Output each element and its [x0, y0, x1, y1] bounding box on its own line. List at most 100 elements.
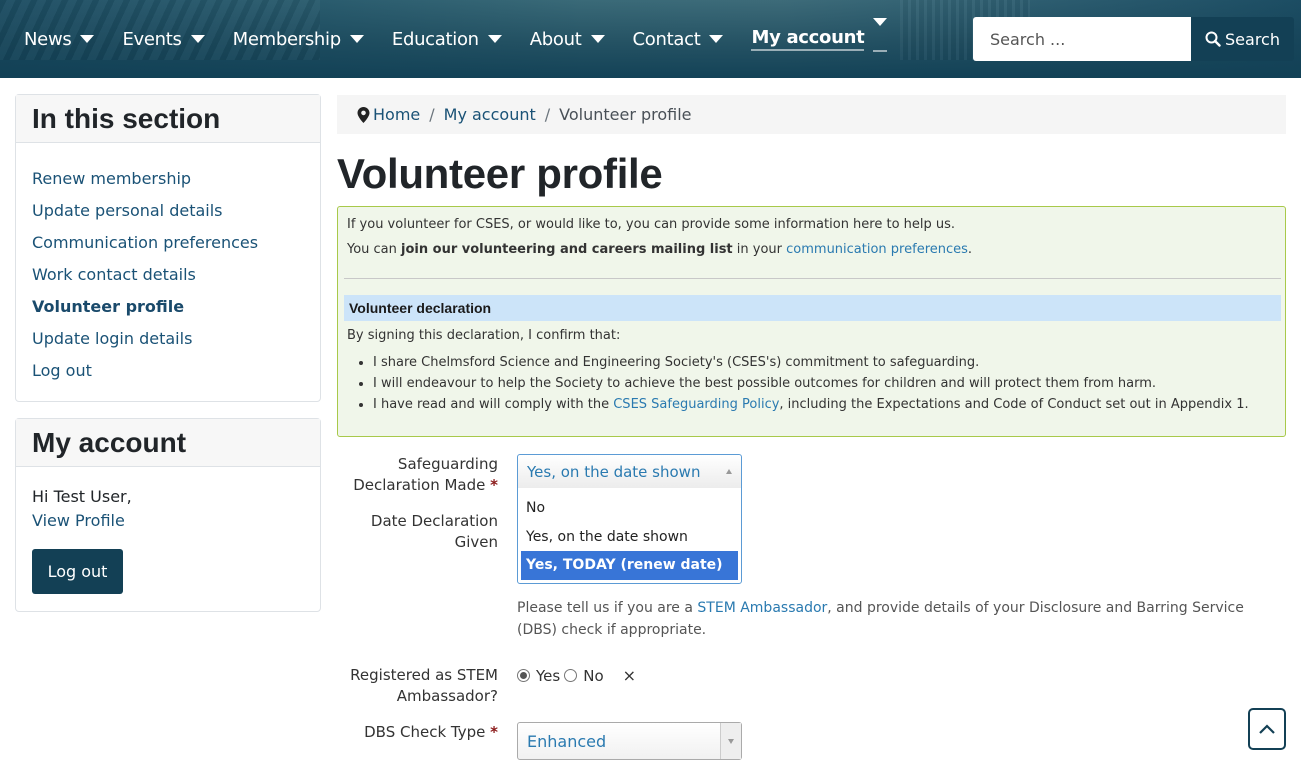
breadcrumb-current: Volunteer profile — [559, 105, 692, 124]
text: . — [967, 242, 973, 257]
search-button[interactable]: Search — [1191, 17, 1294, 61]
selected-value: Enhanced — [527, 731, 607, 751]
section-nav: Renew membership Update personal details… — [16, 143, 320, 407]
nav-about[interactable]: About — [530, 26, 605, 52]
sidebar-item-work-contact-details[interactable]: Work contact details — [32, 259, 304, 291]
declaration-heading: Volunteer declaration — [344, 295, 1281, 321]
option-no[interactable]: No — [521, 494, 738, 523]
label-text: Ambassador? — [396, 687, 498, 705]
caret-down-icon — [487, 35, 502, 43]
declaration-list: I share Chelmsford Science and Engineeri… — [373, 352, 1249, 415]
logout-button[interactable]: Log out — [32, 549, 123, 594]
caret-toggle[interactable] — [873, 18, 888, 52]
breadcrumb-separator: / — [544, 105, 551, 124]
caret-down-icon — [873, 18, 888, 47]
breadcrumb: Home / My account / Volunteer profile — [337, 95, 1286, 134]
nav-my-account[interactable]: My account — [751, 18, 888, 52]
sidebar-item-communication-preferences[interactable]: Communication preferences — [32, 227, 304, 259]
label-text: Registered as STEM — [350, 666, 498, 684]
nav-contact[interactable]: Contact — [633, 26, 724, 52]
view-profile-link[interactable]: View Profile — [32, 509, 304, 533]
nav-education[interactable]: Education — [392, 26, 502, 52]
nav-events[interactable]: Events — [122, 26, 205, 52]
sidebar-item-update-login-details[interactable]: Update login details — [32, 323, 304, 355]
breadcrumb-separator: / — [429, 105, 435, 124]
text: You can — [347, 242, 402, 257]
stem-help-text: Please tell us if you are a STEM Ambassa… — [517, 597, 1287, 641]
chevron-up-icon — [1259, 724, 1275, 734]
stem-no-radio[interactable] — [564, 669, 578, 682]
nav-label: My account — [751, 27, 865, 51]
dbs-label: DBS Check Type * — [364, 722, 498, 743]
label-text: Given — [454, 533, 498, 551]
nav-news[interactable]: News — [24, 26, 95, 52]
caret-down-icon — [349, 35, 364, 43]
required-marker: * — [490, 723, 498, 741]
radio-label-no[interactable]: No — [583, 667, 603, 685]
stem-label: Registered as STEM Ambassador? — [350, 665, 498, 707]
nav-label: News — [24, 28, 72, 50]
sidebar-item-volunteer-profile[interactable]: Volunteer profile — [32, 291, 304, 323]
my-account-card: My account Hi Test User, View Profile Lo… — [15, 418, 321, 612]
text: in your — [732, 242, 787, 257]
text: I have read and will comply with the — [373, 397, 614, 412]
stem-yes-radio[interactable] — [517, 669, 530, 682]
text: Please tell us if you are a — [517, 600, 698, 616]
nav-label: Education — [391, 28, 479, 50]
stem-ambassador-link[interactable]: STEM Ambassador — [697, 600, 827, 616]
safeguarding-policy-link[interactable]: CSES Safeguarding Policy — [613, 397, 779, 412]
greeting-text: Hi Test User, — [32, 487, 132, 506]
declaration-item: I will endeavour to help the Society to … — [373, 373, 1249, 394]
nav-membership[interactable]: Membership — [233, 26, 364, 52]
label-text: Safeguarding — [397, 455, 498, 473]
in-this-section-heading: In this section — [16, 95, 320, 143]
declaration-item: I share Chelmsford Science and Engineeri… — [373, 352, 1249, 373]
option-yes-today[interactable]: Yes, TODAY (renew date) — [521, 551, 738, 580]
search-input[interactable] — [973, 17, 1191, 61]
nav-label: Membership — [232, 28, 342, 50]
divider — [344, 278, 1281, 279]
mailing-list-text: You can join our volunteering and career… — [347, 242, 972, 257]
search-button-label: Search — [1225, 29, 1280, 49]
breadcrumb-home[interactable]: Home — [373, 105, 420, 124]
declaration-item: I have read and will comply with the CSE… — [373, 394, 1249, 415]
safeguarding-label: Safeguarding Declaration Made * — [353, 454, 498, 496]
chevron-down-icon — [720, 723, 741, 759]
chevron-up-icon — [726, 469, 732, 474]
back-to-top-button[interactable] — [1248, 708, 1286, 750]
my-account-heading: My account — [16, 419, 320, 467]
mailing-list-emphasis: join our volunteering and careers mailin… — [401, 242, 733, 257]
caret-down-icon — [80, 35, 95, 43]
volunteer-info-box: If you volunteer for CSES, or would like… — [337, 206, 1286, 437]
in-this-section-card: In this section Renew membership Update … — [15, 94, 321, 402]
safeguarding-select[interactable]: Yes, on the date shown No Yes, on the da… — [517, 454, 742, 584]
intro-text: If you volunteer for CSES, or would like… — [347, 217, 956, 232]
caret-down-icon — [590, 35, 605, 43]
nav-label: About — [529, 28, 582, 50]
main-nav: News Events Membership Education About C… — [24, 18, 915, 52]
caret-down-icon — [190, 35, 205, 43]
safeguarding-select-current[interactable]: Yes, on the date shown — [518, 455, 741, 488]
dbs-check-type-select[interactable]: Enhanced — [517, 722, 742, 760]
sidebar-item-update-personal-details[interactable]: Update personal details — [32, 195, 304, 227]
declaration-intro: By signing this declaration, I confirm t… — [347, 328, 621, 343]
selected-value: Yes, on the date shown — [527, 462, 701, 481]
sidebar-item-renew-membership[interactable]: Renew membership — [32, 163, 304, 195]
option-yes-date-shown[interactable]: Yes, on the date shown — [521, 523, 738, 552]
map-marker-icon — [357, 106, 370, 123]
sidebar-item-log-out[interactable]: Log out — [32, 355, 304, 387]
safeguarding-options: No Yes, on the date shown Yes, TODAY (re… — [518, 488, 741, 580]
label-text: Date Declaration — [370, 512, 498, 530]
page-title: Volunteer profile — [337, 150, 663, 197]
caret-down-icon — [709, 35, 724, 43]
communication-preferences-link[interactable]: communication preferences — [786, 242, 968, 257]
text: , including the Expectations and Code of… — [779, 397, 1249, 412]
clear-selection-icon[interactable]: × — [623, 666, 636, 685]
required-marker: * — [490, 476, 498, 494]
stem-radio-group: Yes No × — [517, 666, 636, 685]
search-icon — [1205, 31, 1221, 47]
label-text: DBS Check Type — [364, 723, 486, 741]
radio-label-yes[interactable]: Yes — [536, 667, 560, 685]
breadcrumb-my-account[interactable]: My account — [444, 105, 536, 124]
date-declaration-label: Date Declaration Given — [371, 511, 498, 553]
